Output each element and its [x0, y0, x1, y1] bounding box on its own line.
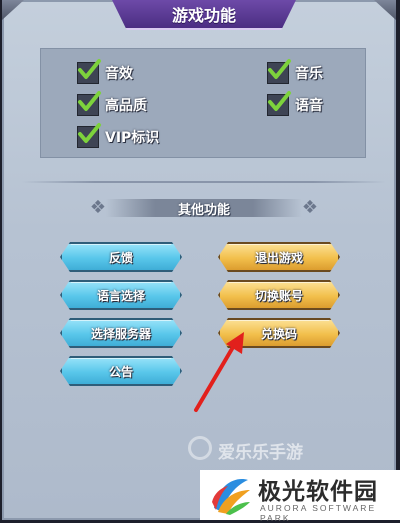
- option-label: 高品质: [105, 98, 147, 114]
- option-vip-badge[interactable]: VIP标识: [77, 123, 160, 149]
- other-functions-banner: ❖ ❖ 其他功能: [84, 196, 324, 220]
- settings-panel: 音效 音乐 高品质 语音 VIP标识: [40, 48, 366, 158]
- checkbox-high-quality[interactable]: [77, 91, 101, 116]
- select-server-button[interactable]: 选择服务器: [60, 318, 182, 348]
- option-voice[interactable]: 语音: [267, 91, 323, 117]
- button-label: 兑换码: [260, 326, 297, 341]
- checkbox-vip-badge[interactable]: [77, 123, 101, 148]
- section-title: 其他功能: [177, 203, 230, 218]
- check-icon: [78, 59, 101, 79]
- button-label: 公告: [108, 364, 133, 379]
- section-divider: [22, 181, 386, 183]
- check-icon: [268, 91, 291, 111]
- title-plate: 游戏功能: [112, 0, 296, 30]
- checkbox-music[interactable]: [267, 59, 291, 84]
- exit-game-button[interactable]: 退出游戏: [218, 242, 340, 272]
- frame-corner-left: [2, 0, 24, 20]
- check-icon: [78, 91, 101, 111]
- option-label: 语音: [295, 98, 323, 114]
- button-label: 切换账号: [254, 288, 303, 303]
- brand-footer: 极光软件园 AURORA SOFTWARE PARK: [200, 470, 400, 523]
- check-icon: [268, 59, 291, 79]
- watermark-logo-icon: [188, 436, 212, 460]
- notice-button[interactable]: 公告: [60, 356, 182, 386]
- annotation-arrow-icon: [194, 332, 244, 412]
- option-label: 音乐: [295, 66, 323, 82]
- watermark-text: 爱乐乐手游: [218, 443, 303, 463]
- button-label: 选择服务器: [90, 326, 151, 341]
- option-high-quality[interactable]: 高品质: [77, 91, 147, 117]
- feedback-button[interactable]: 反馈: [60, 242, 182, 272]
- option-music[interactable]: 音乐: [267, 59, 323, 85]
- language-select-button[interactable]: 语言选择: [60, 280, 182, 310]
- checkbox-sound-effects[interactable]: [77, 59, 101, 84]
- window-title: 游戏功能: [171, 6, 236, 25]
- option-sound-effects[interactable]: 音效: [77, 59, 133, 85]
- check-icon: [78, 123, 101, 143]
- button-label: 退出游戏: [254, 250, 303, 265]
- switch-account-button[interactable]: 切换账号: [218, 280, 340, 310]
- brand-name: 极光软件园: [258, 479, 378, 505]
- option-label: VIP标识: [105, 130, 160, 146]
- frame-corner-right: [374, 0, 396, 20]
- checkbox-voice[interactable]: [267, 91, 291, 116]
- brand-subtitle: AURORA SOFTWARE PARK: [260, 503, 377, 523]
- aurora-logo-icon: [212, 479, 250, 515]
- button-label: 反馈: [108, 250, 133, 265]
- option-label: 音效: [105, 66, 133, 82]
- button-label: 语言选择: [96, 288, 145, 303]
